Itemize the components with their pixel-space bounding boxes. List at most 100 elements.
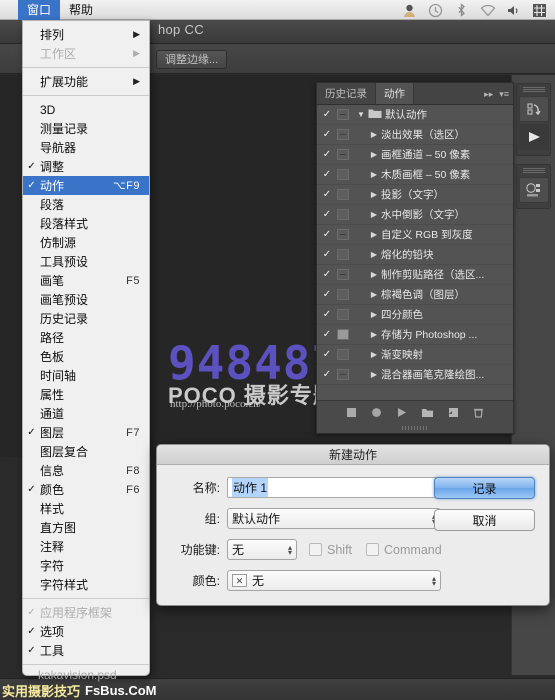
color-dropdown[interactable]: ✕ 无 ▴▾	[227, 570, 441, 591]
name-input[interactable]: 动作 1	[227, 477, 441, 498]
menu-item-32[interactable]: ✓应用程序框架	[23, 603, 149, 622]
command-checkbox-row[interactable]: Command	[366, 543, 442, 557]
action-enabled-check-icon[interactable]: ✓	[319, 169, 335, 180]
panel-resize-handle[interactable]	[317, 423, 513, 433]
menu-item-6[interactable]: 测量记录	[23, 119, 149, 138]
menu-item-23[interactable]: 图层复合	[23, 442, 149, 461]
action-row[interactable]: ✓▶木质画框 – 50 像素	[317, 165, 513, 185]
disclosure-triangle-icon[interactable]: ▼	[354, 110, 368, 119]
action-dialog-toggle-icon[interactable]	[337, 369, 349, 380]
disclosure-triangle-icon[interactable]: ▶	[367, 270, 381, 279]
cancel-button[interactable]: 取消	[434, 509, 535, 531]
menu-item-33[interactable]: ✓选项	[23, 622, 149, 641]
action-dialog-toggle-icon[interactable]	[337, 149, 349, 160]
menu-item-17[interactable]: 路径	[23, 328, 149, 347]
action-row[interactable]: ✓▶自定义 RGB 到灰度	[317, 225, 513, 245]
record-button[interactable]: 记录	[434, 477, 535, 499]
action-row[interactable]: ✓▶存储为 Photoshop ...	[317, 325, 513, 345]
disclosure-triangle-icon[interactable]: ▶	[367, 210, 381, 219]
action-dialog-toggle-icon[interactable]	[337, 289, 349, 300]
menu-item-29[interactable]: 字符	[23, 556, 149, 575]
menu-item-30[interactable]: 字符样式	[23, 575, 149, 594]
menu-item-20[interactable]: 属性	[23, 385, 149, 404]
dock-grip-2[interactable]	[523, 168, 545, 174]
action-row[interactable]: ✓▶水中倒影（文字）	[317, 205, 513, 225]
action-enabled-check-icon[interactable]: ✓	[319, 249, 335, 260]
action-row[interactable]: ✓▶四分颜色	[317, 305, 513, 325]
wifi-icon[interactable]	[480, 3, 495, 18]
menu-item-19[interactable]: 时间轴	[23, 366, 149, 385]
action-enabled-check-icon[interactable]: ✓	[319, 269, 335, 280]
disclosure-triangle-icon[interactable]: ▶	[367, 230, 381, 239]
actions-list[interactable]: ✓▼默认动作✓▶淡出效果（选区）✓▶画框通道 – 50 像素✓▶木质画框 – 5…	[317, 105, 513, 400]
action-enabled-check-icon[interactable]: ✓	[319, 369, 335, 380]
action-enabled-check-icon[interactable]: ✓	[319, 129, 335, 140]
tab-history[interactable]: 历史记录	[317, 83, 376, 104]
menubar-item-help[interactable]: 帮助	[60, 0, 102, 20]
disclosure-triangle-icon[interactable]: ▶	[367, 150, 381, 159]
action-enabled-check-icon[interactable]: ✓	[319, 289, 335, 300]
action-row[interactable]: ✓▶画框通道 – 50 像素	[317, 145, 513, 165]
action-enabled-check-icon[interactable]: ✓	[319, 189, 335, 200]
menubar-item-window[interactable]: 窗口	[18, 0, 60, 20]
action-enabled-check-icon[interactable]: ✓	[319, 209, 335, 220]
action-dialog-toggle-icon[interactable]	[337, 209, 349, 220]
action-enabled-check-icon[interactable]: ✓	[319, 349, 335, 360]
menu-item-34[interactable]: ✓工具	[23, 641, 149, 660]
disclosure-triangle-icon[interactable]: ▶	[367, 350, 381, 359]
action-enabled-check-icon[interactable]: ✓	[319, 109, 335, 120]
menu-item-0[interactable]: 排列▶	[23, 25, 149, 44]
shift-checkbox[interactable]	[309, 543, 322, 556]
function-key-dropdown[interactable]: 无 ▴▾	[227, 539, 297, 560]
action-row[interactable]: ✓▶淡出效果（选区）	[317, 125, 513, 145]
play-icon[interactable]	[519, 124, 549, 150]
3d-icon[interactable]	[519, 177, 549, 203]
command-checkbox[interactable]	[366, 543, 379, 556]
menu-item-3[interactable]: 扩展功能▶	[23, 72, 149, 91]
action-dialog-toggle-icon[interactable]	[337, 309, 349, 320]
disclosure-triangle-icon[interactable]: ▶	[367, 330, 381, 339]
menu-item-12[interactable]: 仿制源	[23, 233, 149, 252]
stop-icon[interactable]	[346, 407, 357, 418]
action-row[interactable]: ✓▶棕褐色调（图层）	[317, 285, 513, 305]
action-enabled-check-icon[interactable]: ✓	[319, 229, 335, 240]
action-dialog-toggle-icon[interactable]	[337, 249, 349, 260]
panel-menu-icon[interactable]: ▾≡	[499, 89, 509, 100]
action-dialog-toggle-icon[interactable]	[337, 169, 349, 180]
action-enabled-check-icon[interactable]: ✓	[319, 309, 335, 320]
menu-item-18[interactable]: 色板	[23, 347, 149, 366]
dock-grip[interactable]	[523, 87, 545, 93]
delete-icon[interactable]	[473, 407, 484, 418]
menu-item-28[interactable]: 注释	[23, 537, 149, 556]
action-dialog-toggle-icon[interactable]	[337, 189, 349, 200]
action-row[interactable]: ✓▶制作剪贴路径（选区...	[317, 265, 513, 285]
disclosure-triangle-icon[interactable]: ▶	[367, 290, 381, 299]
menu-item-1[interactable]: 工作区▶	[23, 44, 149, 63]
disclosure-triangle-icon[interactable]: ▶	[367, 250, 381, 259]
play-icon[interactable]	[396, 407, 407, 418]
menu-item-21[interactable]: 通道	[23, 404, 149, 423]
bluetooth-icon[interactable]	[454, 3, 469, 18]
refine-edge-button[interactable]: 调整边缘...	[156, 50, 227, 69]
action-row[interactable]: ✓▶投影（文字）	[317, 185, 513, 205]
action-row[interactable]: ✓▶熔化的铅块	[317, 245, 513, 265]
menu-item-11[interactable]: 段落样式	[23, 214, 149, 233]
menu-item-9[interactable]: ✓动作⌥F9	[23, 176, 149, 195]
new-action-icon[interactable]	[448, 407, 459, 418]
new-set-icon[interactable]	[421, 407, 434, 418]
menu-item-15[interactable]: 画笔预设	[23, 290, 149, 309]
action-row[interactable]: ✓▼默认动作	[317, 105, 513, 125]
disclosure-triangle-icon[interactable]: ▶	[367, 170, 381, 179]
action-dialog-toggle-icon[interactable]	[337, 129, 349, 140]
action-dialog-toggle-icon[interactable]	[337, 109, 349, 120]
input-method-icon[interactable]	[532, 3, 547, 18]
menu-item-16[interactable]: 历史记录	[23, 309, 149, 328]
set-dropdown[interactable]: 默认动作 ▴▾	[227, 508, 441, 529]
action-dialog-toggle-icon[interactable]	[337, 329, 349, 340]
menu-item-14[interactable]: 画笔F5	[23, 271, 149, 290]
record-icon[interactable]	[371, 407, 382, 418]
user-icon[interactable]	[402, 3, 417, 18]
action-enabled-check-icon[interactable]: ✓	[319, 329, 335, 340]
tab-actions[interactable]: 动作	[376, 83, 414, 104]
time-machine-icon[interactable]	[428, 3, 443, 18]
